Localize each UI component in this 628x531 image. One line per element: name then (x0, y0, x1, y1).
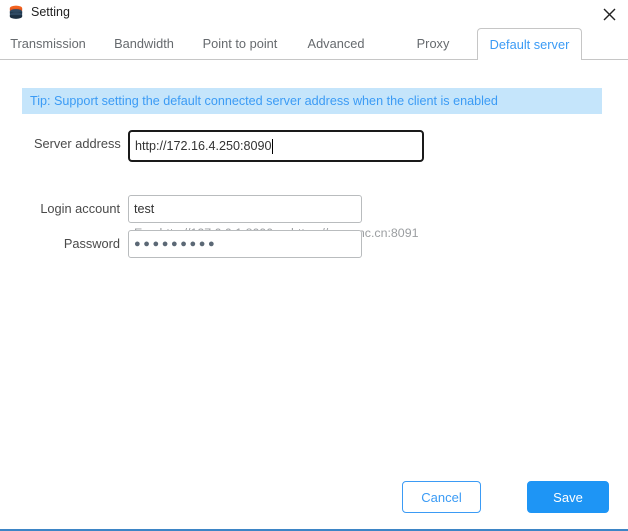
footer-actions: Cancel Save (0, 481, 628, 515)
tab-label: Proxy (416, 36, 450, 51)
tab-advanced[interactable]: Advanced (293, 28, 379, 59)
tab-label: Default server (489, 37, 570, 52)
tab-label: Advanced (307, 36, 365, 51)
server-address-input[interactable]: http://172.16.4.250:8090 (128, 130, 424, 162)
tab-proxy[interactable]: Proxy (404, 28, 462, 59)
tab-label: Transmission (10, 36, 86, 51)
tab-bar: Transmission Bandwidth Point to point Ad… (0, 28, 628, 60)
tab-label: Point to point (202, 36, 278, 51)
tab-default-server[interactable]: Default server (477, 28, 582, 60)
password-row: Password ●●●●●●●●● (34, 230, 362, 258)
save-button-label: Save (553, 489, 583, 505)
settings-window: Setting Transmission Bandwidth Point to … (0, 0, 628, 531)
title-bar-left: Setting (8, 4, 70, 20)
tab-label: Bandwidth (114, 36, 174, 51)
tip-banner: Tip: Support setting the default connect… (22, 88, 602, 114)
server-address-label: Server address (34, 136, 121, 151)
server-address-value: http://172.16.4.250:8090 (135, 139, 272, 153)
settings-panel: Tip: Support setting the default connect… (0, 60, 628, 529)
server-address-row: Server address http://172.16.4.250:8090 (34, 130, 424, 162)
login-account-input[interactable]: test (128, 195, 362, 223)
save-button[interactable]: Save (527, 481, 609, 513)
close-icon[interactable] (596, 2, 622, 26)
title-bar: Setting (0, 0, 628, 28)
cancel-button-label: Cancel (421, 489, 462, 505)
password-value: ●●●●●●●●● (134, 237, 218, 250)
cancel-button[interactable]: Cancel (402, 481, 481, 513)
password-label: Password (63, 236, 120, 251)
login-account-value: test (134, 202, 155, 216)
tab-point-to-point[interactable]: Point to point (190, 28, 290, 59)
login-account-label: Login account (40, 201, 120, 216)
tab-transmission[interactable]: Transmission (0, 28, 96, 59)
tip-text: Tip: Support setting the default connect… (30, 94, 498, 108)
text-caret (271, 138, 273, 154)
password-input[interactable]: ●●●●●●●●● (128, 230, 362, 258)
layers-stack-icon (8, 4, 24, 20)
tab-bandwidth[interactable]: Bandwidth (99, 28, 189, 59)
window-title: Setting (31, 5, 70, 19)
login-account-row: Login account test (34, 195, 362, 223)
